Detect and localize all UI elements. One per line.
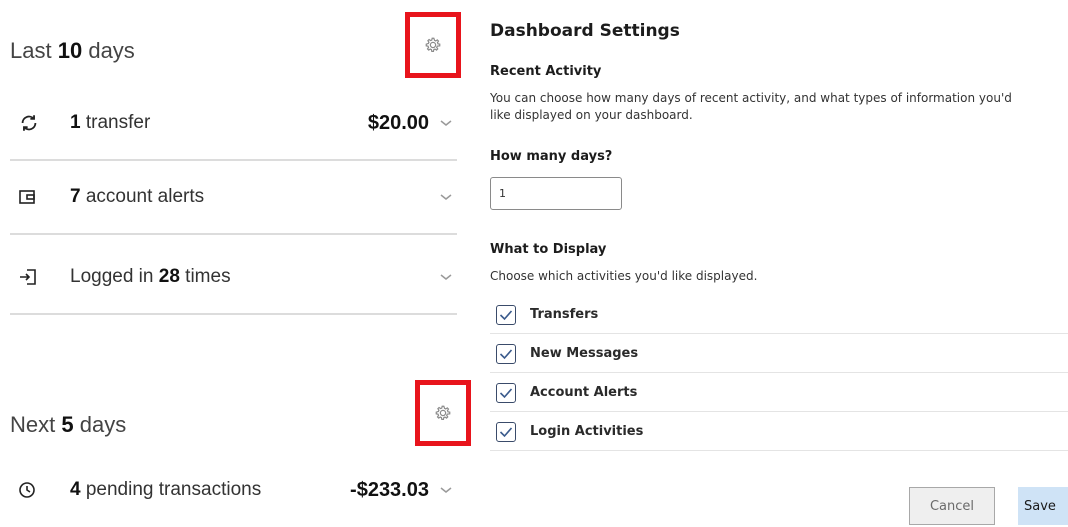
new-messages-label: New Messages bbox=[530, 346, 639, 361]
last-days-suffix: days bbox=[88, 38, 135, 63]
next-days-count: 5 bbox=[61, 412, 74, 437]
what-to-display-description: Choose which activities you'd like displ… bbox=[490, 269, 758, 283]
account-alerts-count: 7 bbox=[70, 186, 81, 207]
logins-text: Logged in 28 times bbox=[70, 266, 435, 288]
gear-icon bbox=[425, 37, 441, 52]
account-alerts-row[interactable]: 7 account alerts bbox=[10, 161, 457, 235]
next-days-title: Next 5 days bbox=[10, 412, 126, 438]
account-alerts-checkbox[interactable] bbox=[496, 382, 516, 403]
chevron-down-icon[interactable] bbox=[435, 485, 457, 495]
pending-label: pending transactions bbox=[85, 479, 262, 500]
option-account-alerts[interactable]: Account Alerts bbox=[490, 374, 1068, 412]
recent-activity-heading: Recent Activity bbox=[490, 64, 602, 79]
transfer-text: 1 transfer bbox=[70, 112, 368, 134]
last-days-prefix: Last bbox=[10, 38, 52, 63]
checkmark-icon bbox=[499, 309, 513, 320]
transfers-label: Transfers bbox=[530, 307, 599, 322]
settings-title: Dashboard Settings bbox=[490, 21, 680, 41]
chevron-down-icon[interactable] bbox=[435, 192, 457, 202]
chevron-down-icon[interactable] bbox=[435, 118, 457, 128]
what-to-display-heading: What to Display bbox=[490, 242, 607, 257]
last-days-settings-button[interactable] bbox=[405, 12, 461, 78]
dashboard-settings-panel: Dashboard Settings Recent Activity You c… bbox=[490, 0, 1068, 525]
new-messages-checkbox[interactable] bbox=[496, 343, 516, 364]
account-alerts-label: account alerts bbox=[85, 186, 205, 207]
pending-count: 4 bbox=[70, 479, 81, 500]
next-days-settings-button[interactable] bbox=[415, 380, 471, 446]
option-transfers[interactable]: Transfers bbox=[490, 296, 1068, 334]
checkmark-icon bbox=[499, 348, 513, 359]
account-alerts-text: 7 account alerts bbox=[70, 186, 435, 208]
refresh-icon bbox=[18, 112, 48, 134]
next-days-suffix: days bbox=[79, 412, 127, 437]
cancel-button[interactable]: Cancel bbox=[909, 487, 995, 525]
logins-prefix: Logged in bbox=[70, 266, 154, 287]
pending-row[interactable]: 4 pending transactions -$233.03 bbox=[10, 453, 457, 527]
login-activities-label: Login Activities bbox=[530, 424, 644, 439]
recent-activity-description: You can choose how many days of recent a… bbox=[490, 91, 1012, 122]
chevron-down-icon[interactable] bbox=[435, 272, 457, 282]
transfers-checkbox[interactable] bbox=[496, 304, 516, 325]
save-button[interactable]: Save bbox=[1018, 487, 1068, 525]
last-days-count: 10 bbox=[57, 38, 83, 63]
wallet-icon bbox=[18, 188, 48, 206]
checkmark-icon bbox=[499, 426, 513, 437]
transfer-row[interactable]: 1 transfer $20.00 bbox=[10, 87, 457, 161]
pending-amount: -$233.03 bbox=[350, 478, 429, 501]
logins-suffix: times bbox=[185, 266, 231, 287]
days-input[interactable] bbox=[490, 177, 622, 210]
last-days-title: Last 10 days bbox=[10, 38, 135, 64]
pending-text: 4 pending transactions bbox=[70, 479, 350, 501]
option-new-messages[interactable]: New Messages bbox=[490, 335, 1068, 373]
login-icon bbox=[18, 267, 48, 287]
days-label: How many days? bbox=[490, 149, 613, 164]
login-activities-checkbox[interactable] bbox=[496, 421, 516, 442]
account-alerts-option-label: Account Alerts bbox=[530, 385, 638, 400]
option-login-activities[interactable]: Login Activities bbox=[490, 413, 1068, 451]
transfer-count: 1 bbox=[70, 112, 81, 133]
activity-panel: Last 10 days 1 transfer $20.00 7 account… bbox=[0, 0, 471, 527]
gear-icon bbox=[435, 405, 451, 420]
logins-row[interactable]: Logged in 28 times bbox=[10, 241, 457, 315]
logins-count: 28 bbox=[158, 266, 180, 287]
transfer-amount: $20.00 bbox=[367, 111, 429, 134]
checkmark-icon bbox=[499, 387, 513, 398]
next-days-prefix: Next bbox=[10, 412, 56, 437]
transfer-label: transfer bbox=[85, 112, 151, 133]
clock-icon bbox=[18, 481, 48, 499]
